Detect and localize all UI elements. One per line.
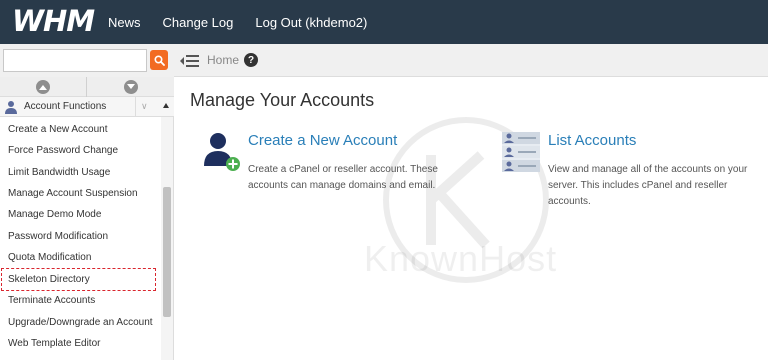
create-account-link[interactable]: Create a New Account xyxy=(248,132,397,149)
sidebar-item-limit-bandwidth[interactable]: Limit Bandwidth Usage xyxy=(8,167,110,178)
whm-logo[interactable]: WHM xyxy=(12,4,95,38)
search-input[interactable] xyxy=(3,49,147,72)
list-accounts-icon[interactable] xyxy=(502,132,540,172)
description-line: Create a cPanel or reseller account. The… xyxy=(248,164,438,175)
nav-news-link[interactable]: News xyxy=(108,15,141,30)
user-add-icon[interactable] xyxy=(200,132,240,174)
sidebar-item-create-account[interactable]: Create a New Account xyxy=(8,124,108,135)
sidebar-item-account-suspension[interactable]: Manage Account Suspension xyxy=(8,188,138,199)
help-icon[interactable]: ? xyxy=(244,53,258,67)
nav-changelog-link[interactable]: Change Log xyxy=(163,15,234,30)
breadcrumb-bar: Home ? xyxy=(174,44,768,77)
sidebar-item-upgrade-downgrade[interactable]: Upgrade/Downgrade an Account xyxy=(8,317,153,328)
expand-all-icon[interactable] xyxy=(124,80,138,94)
description-line: accounts can manage domains and email. xyxy=(248,180,436,191)
top-nav: News Change Log Log Out (khdemo2) xyxy=(108,0,389,44)
sidebar-section-account-functions[interactable]: Account Functions ∨ xyxy=(0,97,174,117)
page-title: Manage Your Accounts xyxy=(190,90,375,110)
sidebar-item-password-modification[interactable]: Password Modification xyxy=(8,231,108,242)
create-account-description: Create a cPanel or reseller account. The… xyxy=(248,162,438,194)
list-accounts-description: View and manage all of the accounts on y… xyxy=(548,162,747,210)
sidebar-toggles xyxy=(0,77,174,97)
sidebar-item-demo-mode[interactable]: Manage Demo Mode xyxy=(8,209,101,220)
sidebar-scrollbar-thumb[interactable] xyxy=(163,187,171,317)
sidebar-item-force-password[interactable]: Force Password Change xyxy=(8,145,118,156)
top-navbar: WHM News Change Log Log Out (khdemo2) xyxy=(0,0,768,44)
list-accounts-link[interactable]: List Accounts xyxy=(548,132,636,149)
nav-logout-link[interactable]: Log Out (khdemo2) xyxy=(255,15,367,30)
sidebar-item-web-template-editor[interactable]: Web Template Editor xyxy=(8,338,100,349)
chevron-down-icon[interactable]: ∨ xyxy=(141,101,148,112)
knownhost-watermark-text: KnownHost xyxy=(364,238,558,279)
highlight-box xyxy=(1,268,156,291)
description-line: View and manage all of the accounts on y… xyxy=(548,164,748,175)
sidebar-toggle-icon[interactable] xyxy=(179,53,199,69)
description-line: server. This includes cPanel and reselle… xyxy=(548,180,728,191)
description-line: accounts. xyxy=(548,196,591,207)
sidebar: Account Functions ∨ Create a New Account… xyxy=(0,77,174,360)
search-button[interactable] xyxy=(150,50,168,70)
search-icon xyxy=(153,54,165,66)
toggle-divider xyxy=(86,77,87,97)
user-icon xyxy=(5,101,17,114)
search-row xyxy=(0,44,174,77)
header-divider xyxy=(135,97,136,117)
sidebar-section-title: Account Functions xyxy=(24,101,107,112)
collapse-all-icon[interactable] xyxy=(36,80,50,94)
sidebar-item-terminate-accounts[interactable]: Terminate Accounts xyxy=(8,295,95,306)
breadcrumb-home[interactable]: Home xyxy=(207,53,239,67)
sidebar-item-quota-modification[interactable]: Quota Modification xyxy=(8,252,91,263)
scroll-up-icon[interactable] xyxy=(163,103,169,108)
main-content: KnownHost Manage Your Accounts Create a … xyxy=(174,78,768,360)
